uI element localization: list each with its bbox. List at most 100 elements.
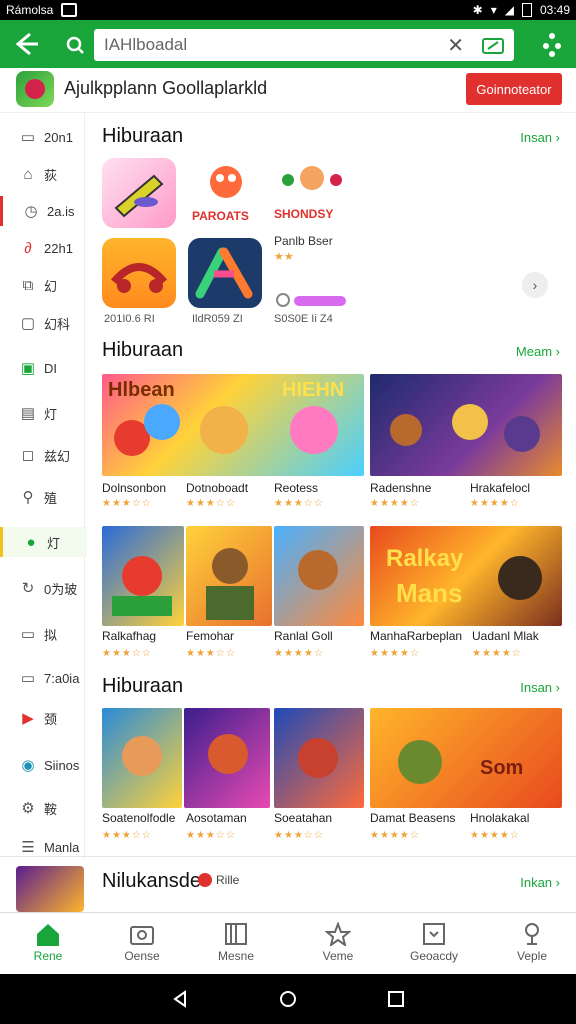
section-more-link[interactable]: Insan › bbox=[520, 130, 560, 145]
search-input[interactable]: IAHlboadal ✕ bbox=[94, 29, 514, 61]
game-card[interactable]: Ralkafhag ★★★☆☆ Femohar ★★★☆☆ bbox=[102, 526, 272, 660]
app-install-pill[interactable] bbox=[276, 293, 346, 309]
app-text: Panlb Bser bbox=[274, 234, 333, 248]
sidebar-item-18[interactable]: ☰ Manla bbox=[0, 832, 84, 862]
sidebar-item-6[interactable]: ▢ 幻科 bbox=[0, 308, 84, 338]
game-name: Dolnsonbon bbox=[102, 481, 167, 495]
app-icon-2[interactable]: PAROATS bbox=[188, 158, 264, 228]
sidebar-item-12[interactable]: ↻ 0为玻 bbox=[0, 573, 84, 603]
scroll-right-icon[interactable]: › bbox=[522, 272, 548, 298]
game-card[interactable]: Som Damat Beasens ★★★★☆ Hnolakakal ★★★★☆ bbox=[370, 708, 562, 842]
game-name: Dotnoboadt bbox=[186, 481, 249, 495]
link-icon: ∂ bbox=[24, 239, 32, 257]
chat-icon: ◻ bbox=[21, 447, 35, 464]
section-title: Nilukansde bbox=[102, 870, 201, 892]
game-name: Soeatahan bbox=[274, 811, 333, 825]
nav-home[interactable]: Rene bbox=[0, 913, 96, 975]
game-card[interactable]: Ranlal Goll ★★★★☆ bbox=[274, 526, 364, 660]
section-more-link[interactable]: Inkan › bbox=[520, 875, 560, 890]
app-icon-1[interactable] bbox=[102, 158, 176, 228]
nav-profile[interactable]: Veple bbox=[484, 913, 576, 975]
sidebar-item-label: 灯 bbox=[47, 535, 61, 551]
game-rating-stars: ★★★☆☆ bbox=[186, 830, 236, 841]
home-icon: ⌂ bbox=[23, 165, 33, 183]
back-icon[interactable] bbox=[171, 990, 189, 1008]
sidebar-item-label: 兹幻 bbox=[44, 448, 71, 464]
game-card[interactable]: Ralkay Mans ManhaRarbeplan ★★★★☆ Uadanl M… bbox=[370, 526, 562, 660]
overflow-menu-icon[interactable] bbox=[540, 26, 564, 62]
app-icon-5[interactable] bbox=[188, 238, 262, 308]
sidebar-item-16[interactable]: ◉ Siinos bbox=[0, 750, 84, 780]
game-rating-stars: ★★★☆☆ bbox=[102, 830, 152, 841]
nav-messages[interactable]: Mesne bbox=[188, 913, 284, 975]
sidebar-item-13[interactable]: ▭ 拟 bbox=[0, 619, 84, 649]
sidebar-item-5[interactable]: ⧉ 幻 bbox=[0, 270, 84, 300]
square-icon: ▭ bbox=[20, 129, 36, 146]
section-more-link[interactable]: Insan › bbox=[520, 680, 560, 695]
svg-text:HIEHN: HIEHN bbox=[282, 379, 344, 401]
nav-label: Veple bbox=[516, 949, 548, 963]
section-title: Hiburaan bbox=[102, 675, 184, 697]
sidebar-item-10[interactable]: ⚲ 殖 bbox=[0, 482, 84, 512]
game-name: Hrakafelocl bbox=[470, 481, 531, 495]
section-badge: Rille bbox=[198, 873, 239, 887]
back-arrow-icon[interactable] bbox=[0, 20, 48, 68]
sidebar-item-2[interactable]: ⌂ 荻 bbox=[0, 159, 84, 189]
notification-icon bbox=[61, 3, 78, 17]
search-icon[interactable] bbox=[58, 28, 92, 62]
game-rating-stars: ★★★★☆ bbox=[370, 648, 420, 659]
section-more-text: Insan bbox=[520, 130, 553, 145]
sidebar-item-15[interactable]: ▶ 颈 bbox=[0, 703, 84, 733]
section-more-link[interactable]: Meam › bbox=[516, 344, 560, 359]
nav-label: Mesne bbox=[217, 949, 255, 963]
app-icon-4[interactable] bbox=[102, 238, 176, 308]
game-card[interactable]: Radenshne ★★★★☆ Hrakafelocl ★★★★☆ bbox=[370, 374, 562, 509]
sidebar-item-label: 殖 bbox=[44, 490, 58, 506]
svg-text:PAROATS: PAROATS bbox=[192, 209, 249, 223]
app-icon[interactable] bbox=[16, 866, 84, 912]
recents-icon[interactable] bbox=[387, 990, 405, 1008]
sidebar-item-label: 7:a0ia bbox=[44, 670, 80, 686]
sidebar-item-9[interactable]: ◻ 兹幻 bbox=[0, 440, 84, 470]
clear-icon[interactable]: ✕ bbox=[447, 33, 464, 58]
sidebar-item-3[interactable]: ◷ 2a.is bbox=[0, 196, 87, 226]
badge-icon bbox=[198, 873, 212, 887]
sidebar-item-label: 颈 bbox=[44, 711, 58, 727]
game-card[interactable]: Soatenolfodle ★★★☆☆ Aosotaman ★★★☆☆ bbox=[102, 708, 270, 842]
nav-library[interactable]: Geoacdy bbox=[386, 913, 482, 975]
badge-text: Rille bbox=[216, 873, 240, 887]
sidebar-item-7[interactable]: ▣ DI bbox=[0, 353, 84, 383]
status-bar: Rámolsa ✱ ▾ ◢ 03:49 bbox=[0, 0, 576, 20]
svg-text:Mans: Mans bbox=[396, 578, 462, 608]
nav-label: Rene bbox=[33, 949, 63, 963]
nav-favorites[interactable]: Veme bbox=[290, 913, 386, 975]
game-rating-stars: ★★★☆☆ bbox=[274, 830, 324, 841]
game-banner-image: Ralkay Mans bbox=[370, 526, 562, 626]
game-card[interactable]: Hlbean HIEHN Dolnsonbon ★★★☆☆ Dotnoboadt … bbox=[102, 374, 364, 509]
sidebar-item-label: Manla bbox=[44, 839, 80, 855]
bluetooth-icon: ✱ bbox=[472, 3, 483, 17]
sidebar-item-label: 2a.is bbox=[47, 203, 75, 219]
game-rating-stars: ★★★☆☆ bbox=[186, 498, 236, 509]
sidebar-item-label: 幻科 bbox=[44, 316, 71, 332]
game-name: Ranlal Goll bbox=[274, 629, 333, 643]
home-icon bbox=[0, 921, 96, 947]
banner-action-button[interactable]: Goinnoteator bbox=[466, 73, 562, 105]
sidebar-item-11[interactable]: ● 灯 bbox=[0, 527, 87, 557]
sidebar-item-label: 22h1 bbox=[44, 240, 73, 256]
nav-label: Geoacdy bbox=[409, 949, 459, 963]
carrier-text: Rámolsa bbox=[6, 3, 54, 17]
sidebar-item-14[interactable]: ▭ 7:a0ia bbox=[0, 663, 84, 693]
game-banner-image: Hlbean HIEHN bbox=[102, 374, 364, 476]
sidebar-item-8[interactable]: ▤ 灯 bbox=[0, 398, 84, 428]
sidebar-item-17[interactable]: ⚙ 鞍 bbox=[0, 793, 84, 823]
svg-text:Ralkay: Ralkay bbox=[386, 545, 464, 572]
home-circle-icon[interactable] bbox=[279, 990, 297, 1008]
game-card[interactable]: Soeatahan ★★★☆☆ bbox=[274, 708, 364, 842]
camera-scan-icon[interactable] bbox=[482, 36, 504, 54]
app-icon-3[interactable]: SHONDSY bbox=[272, 158, 352, 228]
sidebar-item-4[interactable]: ∂ 22h1 bbox=[0, 233, 84, 263]
sidebar-item-1[interactable]: ▭ 20n1 bbox=[0, 122, 84, 152]
profile-icon bbox=[484, 921, 576, 947]
nav-camera[interactable]: Oense bbox=[94, 913, 190, 975]
